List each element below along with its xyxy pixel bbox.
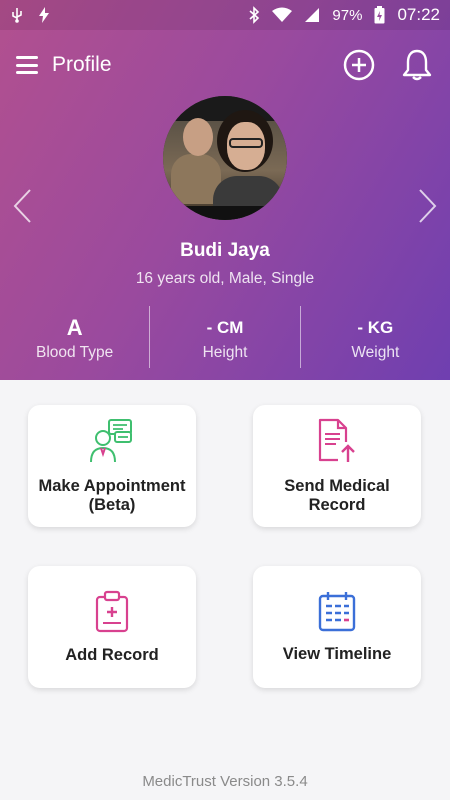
height-value: - CM xyxy=(206,318,244,337)
add-record-label: Add Record xyxy=(65,646,159,664)
height-label: Height xyxy=(202,344,248,361)
blood-type-value: A xyxy=(66,315,83,340)
profile-details: 16 years old, Male, Single xyxy=(135,270,315,287)
wifi-icon xyxy=(272,7,293,23)
stat-height: - CM Height xyxy=(149,306,299,368)
status-time: 07:22 xyxy=(397,5,440,24)
battery-charging-icon xyxy=(374,6,385,24)
bell-icon[interactable] xyxy=(400,48,434,82)
make-appointment-label: Make Appointment (Beta) xyxy=(38,476,186,514)
avatar[interactable] xyxy=(163,96,287,220)
send-medical-record-label: Send Medical Record xyxy=(284,476,390,514)
bluetooth-icon xyxy=(248,6,260,24)
stat-weight: - KG Weight xyxy=(299,306,450,368)
profile-stats: A Blood Type - CM Height - KG Weight xyxy=(0,306,450,368)
add-icon[interactable] xyxy=(342,48,376,82)
make-appointment-button[interactable]: Make Appointment (Beta) xyxy=(28,405,196,527)
send-record-icon xyxy=(314,418,360,469)
view-timeline-button[interactable]: View Timeline xyxy=(253,566,421,688)
profile-header: 97% 07:22 Profile Budi Jaya 16 years old… xyxy=(0,0,450,380)
app-version: MedicTrust Version 3.5.4 xyxy=(142,773,308,790)
add-record-icon xyxy=(94,589,130,638)
page-title: Profile xyxy=(52,53,112,76)
next-profile-button[interactable] xyxy=(414,187,442,225)
menu-icon[interactable] xyxy=(16,56,38,74)
chevron-right-icon xyxy=(419,189,437,223)
signal-icon xyxy=(304,7,320,23)
view-timeline-label: View Timeline xyxy=(282,645,392,663)
blood-type-label: Blood Type xyxy=(36,344,114,361)
battery-percentage: 97% xyxy=(332,6,363,24)
toolbar: Profile xyxy=(0,42,450,88)
previous-profile-button[interactable] xyxy=(8,187,36,225)
appointment-icon xyxy=(89,418,135,469)
weight-label: Weight xyxy=(351,344,400,361)
profile-name: Budi Jaya xyxy=(180,240,270,261)
status-bar: 97% 07:22 xyxy=(0,0,450,30)
timeline-icon xyxy=(317,590,357,637)
flash-icon xyxy=(38,7,50,23)
send-medical-record-button[interactable]: Send Medical Record xyxy=(253,405,421,527)
usb-icon xyxy=(10,7,24,23)
weight-value: - KG xyxy=(357,318,394,337)
chevron-left-icon xyxy=(13,189,31,223)
add-record-button[interactable]: Add Record xyxy=(28,566,196,688)
stat-blood-type: A Blood Type xyxy=(0,306,149,368)
